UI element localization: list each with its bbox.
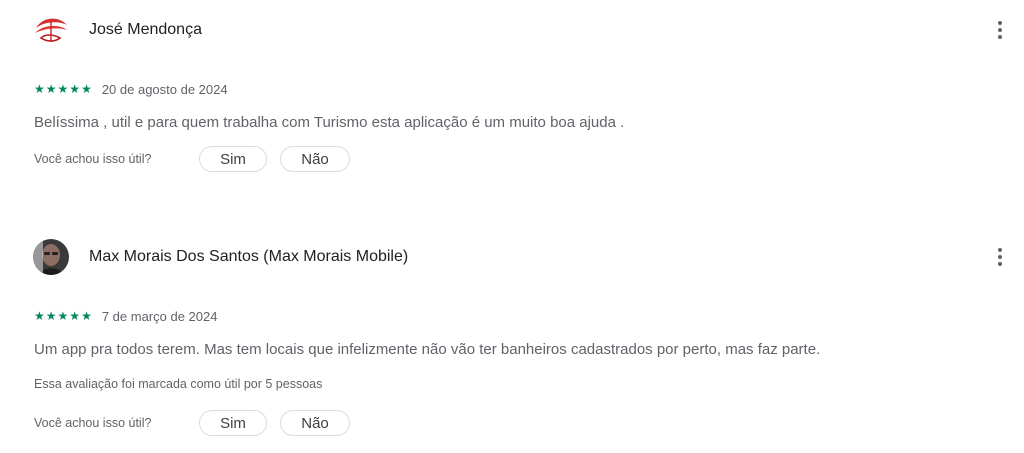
star-icon: ★ <box>34 309 45 323</box>
star-icon: ★ <box>81 82 92 96</box>
helpful-prompt: Você achou isso útil? Sim Não <box>34 410 350 436</box>
more-options-icon[interactable] <box>990 245 1010 269</box>
helpful-no-button[interactable]: Não <box>280 410 350 436</box>
star-icon: ★ <box>57 309 69 323</box>
author-name: Max Morais Dos Santos (Max Morais Mobile… <box>89 248 409 265</box>
avatar <box>33 239 69 275</box>
helpful-count: Essa avaliação foi marcada como útil por… <box>34 377 323 391</box>
star-icon: ★ <box>69 82 81 96</box>
review-text: Um app pra todos terem. Mas tem locais q… <box>34 341 821 358</box>
star-icon: ★ <box>34 82 45 96</box>
star-icon: ★ <box>45 82 57 96</box>
more-options-icon[interactable] <box>990 18 1010 42</box>
helpful-prompt: Você achou isso útil? Sim Não <box>34 146 350 172</box>
rating-row: ★ ★ ★ ★ ★ 7 de março de 2024 <box>34 307 217 325</box>
review-text: Belíssima , util e para quem trabalha co… <box>34 114 625 131</box>
helpful-yes-button[interactable]: Sim <box>199 410 267 436</box>
review-date: 7 de março de 2024 <box>101 308 218 324</box>
rating-row: ★ ★ ★ ★ ★ 20 de agosto de 2024 <box>34 80 228 98</box>
helpful-question: Você achou isso útil? <box>34 152 152 166</box>
star-icon: ★ <box>45 309 57 323</box>
star-rating: ★ ★ ★ ★ ★ <box>34 310 92 322</box>
star-rating: ★ ★ ★ ★ ★ <box>34 83 92 95</box>
helpful-yes-button[interactable]: Sim <box>199 146 267 172</box>
star-icon: ★ <box>69 309 81 323</box>
review-date: 20 de agosto de 2024 <box>101 81 228 97</box>
author-name: José Mendonça <box>89 21 202 38</box>
helpful-question: Você achou isso útil? <box>34 416 152 430</box>
avatar <box>33 12 69 48</box>
helpful-no-button[interactable]: Não <box>280 146 350 172</box>
star-icon: ★ <box>57 82 69 96</box>
star-icon: ★ <box>81 309 92 323</box>
